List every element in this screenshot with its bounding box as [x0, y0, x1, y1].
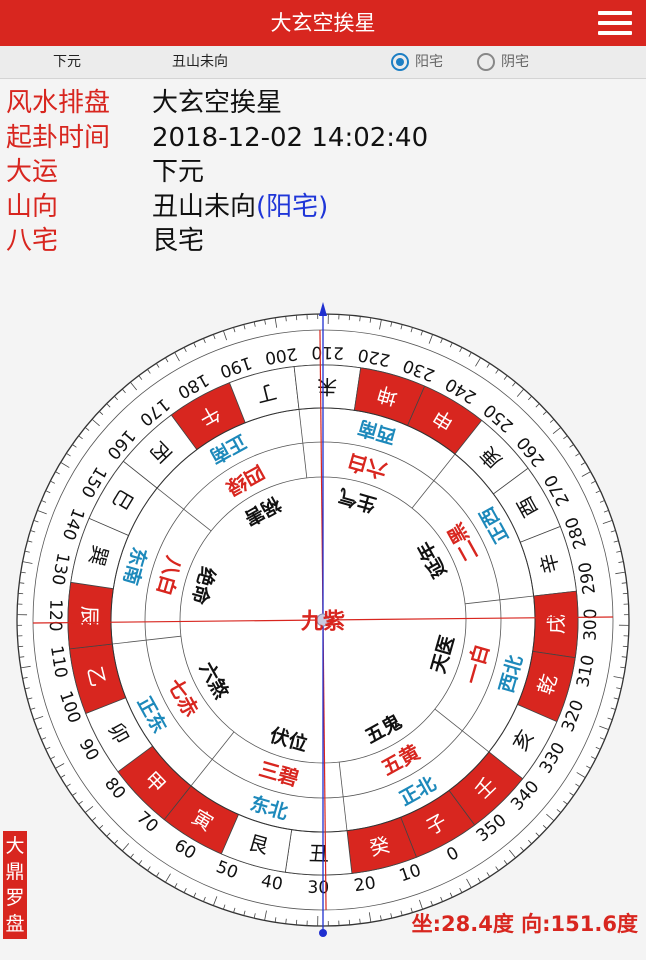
yinzhai-radio[interactable]: 阴宅	[477, 51, 529, 73]
sitting-facing-readout: 坐:28.4度 向:151.6度	[411, 912, 638, 936]
hamburger-menu-icon[interactable]	[598, 11, 632, 35]
info-row: 山向 丑山未向(阳宅)	[6, 190, 428, 225]
brand-char: 罗	[5, 887, 25, 909]
degree-label: 300	[581, 608, 602, 641]
yun-label: 下元	[53, 54, 81, 70]
degree-label: 210	[311, 342, 344, 363]
radio-unchecked-icon	[477, 53, 495, 71]
info-value: 2018-12-02 14:02:40	[152, 122, 429, 153]
brand-char: 鼎	[5, 861, 25, 883]
info-row: 风水排盘 大玄空挨星	[6, 86, 428, 121]
info-value: 下元	[152, 157, 205, 187]
info-key: 起卦时间	[6, 122, 111, 153]
sub-toolbar: 下元 丑山未向 阳宅 阴宅	[0, 46, 646, 79]
info-row: 八宅 艮宅	[6, 224, 428, 259]
brand-badge[interactable]: 大 鼎 罗 盘	[3, 831, 27, 939]
brand-char: 盘	[5, 913, 25, 935]
info-value: 艮宅	[152, 226, 205, 256]
yangzhai-radio[interactable]: 阳宅	[391, 51, 443, 73]
info-value: 大玄空挨星	[152, 88, 283, 118]
app-title: 大玄空挨星	[270, 11, 376, 35]
info-key: 山向	[6, 191, 59, 222]
yinzhai-label: 阴宅	[501, 54, 529, 70]
degree-label: 120	[45, 599, 66, 632]
info-row: 大运 下元	[6, 155, 428, 190]
info-key: 风水排盘	[6, 88, 111, 118]
center-star: 九紫	[300, 609, 345, 635]
degree-label: 20	[353, 873, 378, 896]
needle-arrow-icon	[319, 302, 327, 316]
info-value-paren: (阳宅)	[256, 191, 329, 222]
needle-tail-dot	[319, 929, 327, 937]
radio-checked-icon	[391, 53, 409, 71]
title-bar: 大玄空挨星	[0, 0, 646, 46]
degree-label: 40	[259, 871, 284, 895]
brand-char: 大	[5, 835, 25, 857]
info-panel: 风水排盘 大玄空挨星 起卦时间 2018-12-02 14:02:40 大运 下元 山…	[6, 86, 428, 259]
luopan-compass[interactable]: 0102030405060708090100110120130140150160…	[0, 290, 646, 960]
yangzhai-label: 阳宅	[415, 54, 443, 70]
info-key: 八宅	[6, 226, 59, 256]
info-value: 丑山未向	[152, 191, 257, 222]
info-key: 大运	[6, 157, 59, 187]
info-row: 起卦时间 2018-12-02 14:02:40	[6, 121, 428, 156]
shan-label: 丑山未向	[172, 54, 228, 70]
